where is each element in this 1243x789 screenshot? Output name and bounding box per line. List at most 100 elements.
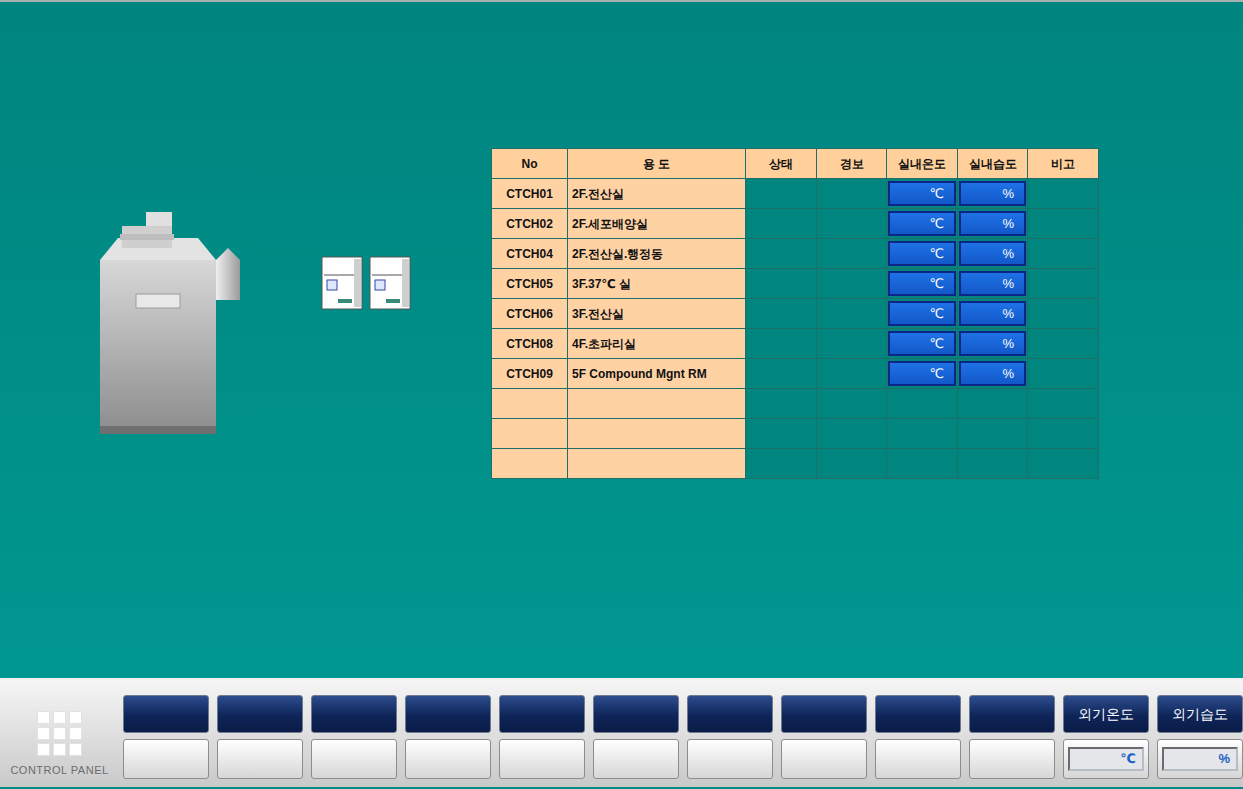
grid-square — [37, 727, 50, 740]
column-header: 경보 — [817, 149, 887, 179]
menu-button[interactable] — [123, 695, 209, 733]
humidity-cell: % — [958, 299, 1028, 329]
status-cell — [746, 179, 817, 209]
menu-button[interactable] — [311, 695, 397, 733]
menu-button[interactable] — [969, 695, 1055, 733]
temperature-value: ℃ — [888, 301, 956, 326]
humidity-cell — [958, 419, 1028, 449]
menu-button[interactable] — [405, 695, 491, 733]
note-cell — [1028, 179, 1099, 209]
table-row[interactable] — [492, 389, 1099, 419]
humidity-cell: % — [958, 329, 1028, 359]
outdoor-display: ℃ — [1063, 739, 1149, 779]
ahu-machine-icon — [98, 208, 244, 436]
status-cell — [746, 419, 817, 449]
note-cell — [1028, 209, 1099, 239]
status-cell — [746, 299, 817, 329]
note-cell — [1028, 389, 1099, 419]
status-cell — [746, 389, 817, 419]
table-row[interactable] — [492, 449, 1099, 479]
table-row[interactable]: CTCH042F.전산실.행정동℃% — [492, 239, 1099, 269]
alarm-cell — [817, 179, 887, 209]
menu-button[interactable] — [593, 695, 679, 733]
column-header: 용 도 — [568, 149, 746, 179]
room-no-cell — [492, 389, 568, 419]
menu-button[interactable] — [499, 695, 585, 733]
alarm-cell — [817, 239, 887, 269]
column-header: 비고 — [1028, 149, 1099, 179]
control-panel-button[interactable]: CONTROL PANEL — [0, 681, 119, 779]
table-row[interactable]: CTCH063F.전산실℃% — [492, 299, 1099, 329]
humidity-cell — [958, 449, 1028, 479]
status-cell — [746, 449, 817, 479]
button-grid: 외기온도외기습도℃% — [123, 681, 1243, 779]
room-no-cell — [492, 449, 568, 479]
grid-square — [69, 711, 82, 724]
note-cell — [1028, 329, 1099, 359]
status-cell — [746, 329, 817, 359]
menu-sub-button[interactable] — [311, 739, 397, 779]
menu-sub-button[interactable] — [969, 739, 1055, 779]
table-row[interactable]: CTCH022F.세포배양실℃% — [492, 209, 1099, 239]
table-row[interactable]: CTCH053F.37℃ 실℃% — [492, 269, 1099, 299]
control-panel-label: CONTROL PANEL — [10, 762, 108, 779]
humidity-value: % — [959, 271, 1026, 296]
humidity-value: % — [959, 331, 1026, 356]
alarm-cell — [817, 389, 887, 419]
temperature-cell — [887, 449, 958, 479]
temperature-cell: ℃ — [887, 209, 958, 239]
menu-sub-button[interactable] — [217, 739, 303, 779]
humidity-cell: % — [958, 269, 1028, 299]
note-cell — [1028, 239, 1099, 269]
temperature-value: ℃ — [888, 181, 956, 206]
humidity-cell: % — [958, 359, 1028, 389]
temperature-value: ℃ — [888, 241, 956, 266]
menu-button[interactable] — [687, 695, 773, 733]
status-table: No용 도상태경보실내온도실내습도비고CTCH012F.전산실℃%CTCH022… — [491, 148, 1099, 479]
grid-square — [53, 711, 66, 724]
table-head: No용 도상태경보실내온도실내습도비고 — [492, 149, 1099, 179]
room-no-cell: CTCH09 — [492, 359, 568, 389]
room-no-cell: CTCH08 — [492, 329, 568, 359]
menu-button[interactable] — [217, 695, 303, 733]
outdoor-label: 외기습도 — [1157, 695, 1243, 733]
table-row[interactable]: CTCH084F.초파리실℃% — [492, 329, 1099, 359]
room-use-cell — [568, 449, 746, 479]
room-no-cell: CTCH04 — [492, 239, 568, 269]
menu-sub-button[interactable] — [687, 739, 773, 779]
table-row[interactable]: CTCH095F Compound Mgnt RM℃% — [492, 359, 1099, 389]
humidity-value: % — [959, 241, 1026, 266]
status-cell — [746, 209, 817, 239]
table-row[interactable]: CTCH012F.전산실℃% — [492, 179, 1099, 209]
column-header: No — [492, 149, 568, 179]
table-row[interactable] — [492, 419, 1099, 449]
alarm-cell — [817, 269, 887, 299]
menu-button[interactable] — [875, 695, 961, 733]
menu-sub-button[interactable] — [781, 739, 867, 779]
humidity-cell: % — [958, 209, 1028, 239]
status-cell — [746, 269, 817, 299]
humidity-value: % — [959, 211, 1026, 236]
menu-sub-button[interactable] — [593, 739, 679, 779]
alarm-cell — [817, 299, 887, 329]
alarm-cell — [817, 209, 887, 239]
menu-sub-button[interactable] — [123, 739, 209, 779]
table-body: CTCH012F.전산실℃%CTCH022F.세포배양실℃%CTCH042F.전… — [492, 179, 1099, 479]
outdoor-value-field: ℃ — [1068, 747, 1144, 771]
grid-square — [53, 727, 66, 740]
temperature-value: ℃ — [888, 331, 956, 356]
menu-sub-button[interactable] — [875, 739, 961, 779]
room-no-cell: CTCH02 — [492, 209, 568, 239]
humidity-cell: % — [958, 179, 1028, 209]
menu-sub-button[interactable] — [499, 739, 585, 779]
grid-square — [37, 743, 50, 756]
monitor-canvas: No용 도상태경보실내온도실내습도비고CTCH012F.전산실℃%CTCH022… — [0, 0, 1243, 678]
outdoor-value-field: % — [1162, 747, 1238, 771]
alarm-cell — [817, 359, 887, 389]
control-bar: CONTROL PANEL외기온도외기습도℃% — [0, 678, 1243, 787]
temperature-value: ℃ — [888, 361, 956, 386]
column-header: 실내온도 — [887, 149, 958, 179]
menu-button[interactable] — [781, 695, 867, 733]
menu-sub-button[interactable] — [405, 739, 491, 779]
humidity-value: % — [959, 301, 1026, 326]
